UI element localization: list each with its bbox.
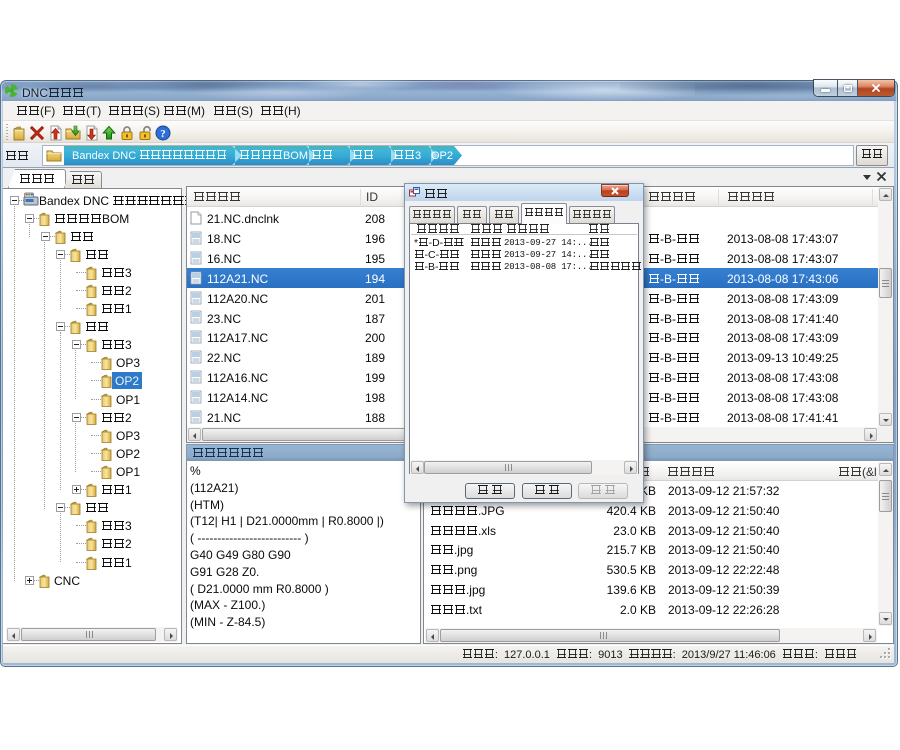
svg-text:?: ? bbox=[160, 128, 166, 140]
